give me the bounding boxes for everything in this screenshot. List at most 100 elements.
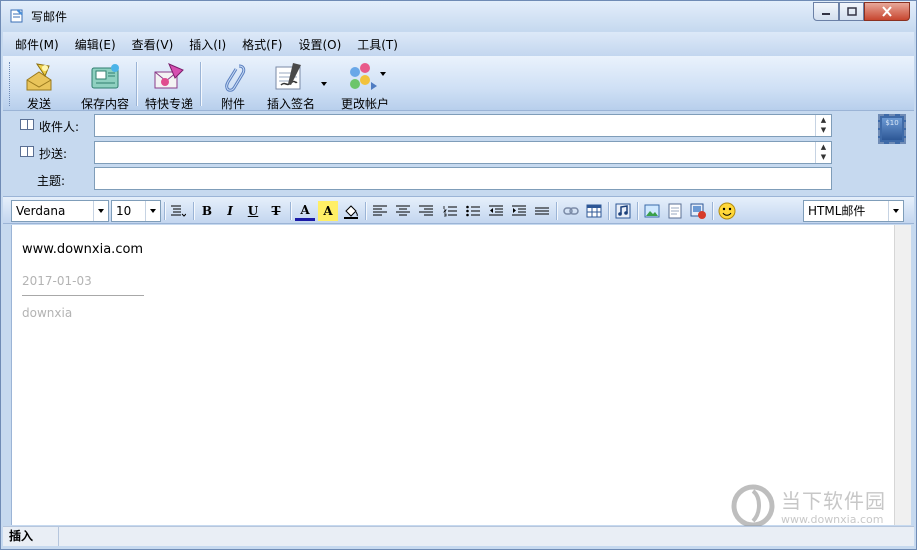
underline-button[interactable]: U: [243, 201, 263, 221]
account-dropdown-arrow[interactable]: [380, 72, 386, 76]
toolbar-separator: [200, 62, 202, 106]
bold-button[interactable]: B: [197, 201, 217, 221]
watermark-icon: [731, 484, 775, 528]
strikethrough-button[interactable]: T: [266, 201, 286, 221]
font-value: Verdana: [16, 204, 66, 218]
menu-settings[interactable]: 设置(O): [298, 36, 341, 53]
signature-divider: [22, 295, 144, 296]
scroll-up-icon[interactable]: ▲: [816, 115, 831, 125]
signature-icon: [275, 63, 301, 90]
watermark-name: 当下软件园: [781, 489, 886, 513]
maximize-button[interactable]: [839, 2, 864, 21]
table-icon: [586, 204, 602, 218]
indent-icon: [512, 205, 526, 216]
insert-music-button[interactable]: [613, 201, 633, 221]
format-separator: [637, 202, 639, 220]
insert-link-button[interactable]: [561, 201, 581, 221]
cc-field[interactable]: ▲ ▼: [94, 141, 832, 164]
message-body-editor[interactable]: www.downxia.com 2017-01-03 downxia: [11, 225, 894, 525]
scroll-down-icon[interactable]: ▼: [816, 152, 831, 162]
font-size-value: 10: [116, 204, 132, 218]
align-center-icon: [396, 205, 410, 216]
main-toolbar: 发送 保存内容 特快专递 附件 插入签名 更改帐户: [3, 56, 914, 111]
music-icon: [615, 203, 631, 219]
save-content-label: 保存内容: [80, 97, 129, 111]
signature-dropdown-arrow[interactable]: [321, 82, 327, 86]
cc-scroll[interactable]: ▲ ▼: [815, 142, 831, 163]
background-icon: [668, 203, 682, 219]
attach-button[interactable]: 附件: [209, 58, 257, 111]
save-content-button[interactable]: 保存内容: [77, 58, 133, 111]
menu-mail[interactable]: 邮件(M): [15, 36, 59, 53]
align-left-button[interactable]: [370, 201, 390, 221]
numbered-list-button[interactable]: [440, 201, 460, 221]
watermark-url: www.downxia.com: [781, 513, 884, 526]
cc-label: 抄送:: [39, 147, 68, 161]
scroll-up-icon[interactable]: ▲: [816, 142, 831, 152]
scroll-down-icon[interactable]: ▼: [816, 125, 831, 135]
express-button[interactable]: 特快专递: [141, 58, 197, 111]
change-account-label: 更改帐户: [340, 97, 389, 111]
minimize-button[interactable]: [813, 2, 839, 21]
close-button[interactable]: [864, 2, 910, 21]
compose-window: 写邮件 邮件(M) 编辑(E) 查看(V) 插入(I) 格式(F) 设置(O) …: [0, 0, 917, 550]
window-controls: [813, 2, 910, 22]
vertical-scrollbar[interactable]: [894, 225, 911, 525]
format-separator: [193, 202, 195, 220]
window-title: 写邮件: [31, 10, 68, 24]
menu-tools[interactable]: 工具(T): [357, 36, 398, 53]
font-size-select[interactable]: 10: [111, 200, 161, 222]
outdent-button[interactable]: [486, 201, 506, 221]
indent-button[interactable]: [509, 201, 529, 221]
italic-button[interactable]: I: [220, 201, 240, 221]
emoticon-button[interactable]: [717, 201, 737, 221]
watermark-logo: 当下软件园 www.downxia.com: [731, 483, 911, 531]
body-website-text: www.downxia.com: [22, 242, 144, 257]
paragraph-style-button[interactable]: [168, 201, 188, 221]
insert-background-button[interactable]: [665, 201, 685, 221]
address-book-icon[interactable]: [20, 119, 34, 130]
menu-bar: 邮件(M) 编辑(E) 查看(V) 插入(I) 格式(F) 设置(O) 工具(T…: [3, 32, 914, 56]
insert-table-button[interactable]: [584, 201, 604, 221]
align-center-button[interactable]: [393, 201, 413, 221]
mail-format-select[interactable]: HTML邮件: [803, 200, 904, 222]
chevron-down-icon[interactable]: [93, 201, 108, 221]
chevron-down-icon[interactable]: [888, 201, 903, 221]
send-button[interactable]: 发送: [17, 58, 61, 111]
align-right-icon: [419, 205, 433, 216]
chevron-down-icon[interactable]: [145, 201, 160, 221]
subject-field[interactable]: [94, 167, 832, 190]
format-toolbar: Verdana 10 B I U T A A HTML邮件: [3, 196, 914, 224]
stamp-button[interactable]: $10: [878, 114, 906, 144]
menu-format[interactable]: 格式(F): [242, 36, 282, 53]
save-content-icon: [91, 64, 119, 89]
flash-icon: [690, 203, 706, 219]
toolbar-grip[interactable]: [9, 62, 12, 106]
menu-view[interactable]: 查看(V): [132, 36, 174, 53]
to-field[interactable]: ▲ ▼: [94, 114, 832, 137]
minimize-icon: [822, 12, 830, 15]
format-separator: [712, 202, 714, 220]
horizontal-rule-button[interactable]: [532, 201, 552, 221]
express-mail-icon: [154, 63, 184, 89]
title-bar: 写邮件: [1, 1, 916, 31]
address-book-icon[interactable]: [20, 146, 34, 157]
highlight-color-button[interactable]: A: [318, 201, 338, 221]
menu-edit[interactable]: 编辑(E): [75, 36, 116, 53]
change-account-button[interactable]: 更改帐户: [337, 58, 393, 111]
align-left-icon: [373, 205, 387, 216]
font-color-button[interactable]: A: [295, 201, 315, 221]
format-separator: [608, 202, 610, 220]
bullet-list-button[interactable]: [463, 201, 483, 221]
insert-image-button[interactable]: [642, 201, 662, 221]
font-select[interactable]: Verdana: [11, 200, 109, 222]
insert-signature-button[interactable]: 插入签名: [261, 58, 321, 111]
insert-flash-button[interactable]: [688, 201, 708, 221]
format-separator: [290, 202, 292, 220]
menu-insert[interactable]: 插入(I): [189, 36, 226, 53]
mail-format-value: HTML邮件: [808, 204, 866, 218]
paint-bucket-button[interactable]: [341, 201, 361, 221]
align-right-button[interactable]: [416, 201, 436, 221]
to-scroll[interactable]: ▲ ▼: [815, 115, 831, 136]
accounts-icon: [350, 63, 377, 90]
